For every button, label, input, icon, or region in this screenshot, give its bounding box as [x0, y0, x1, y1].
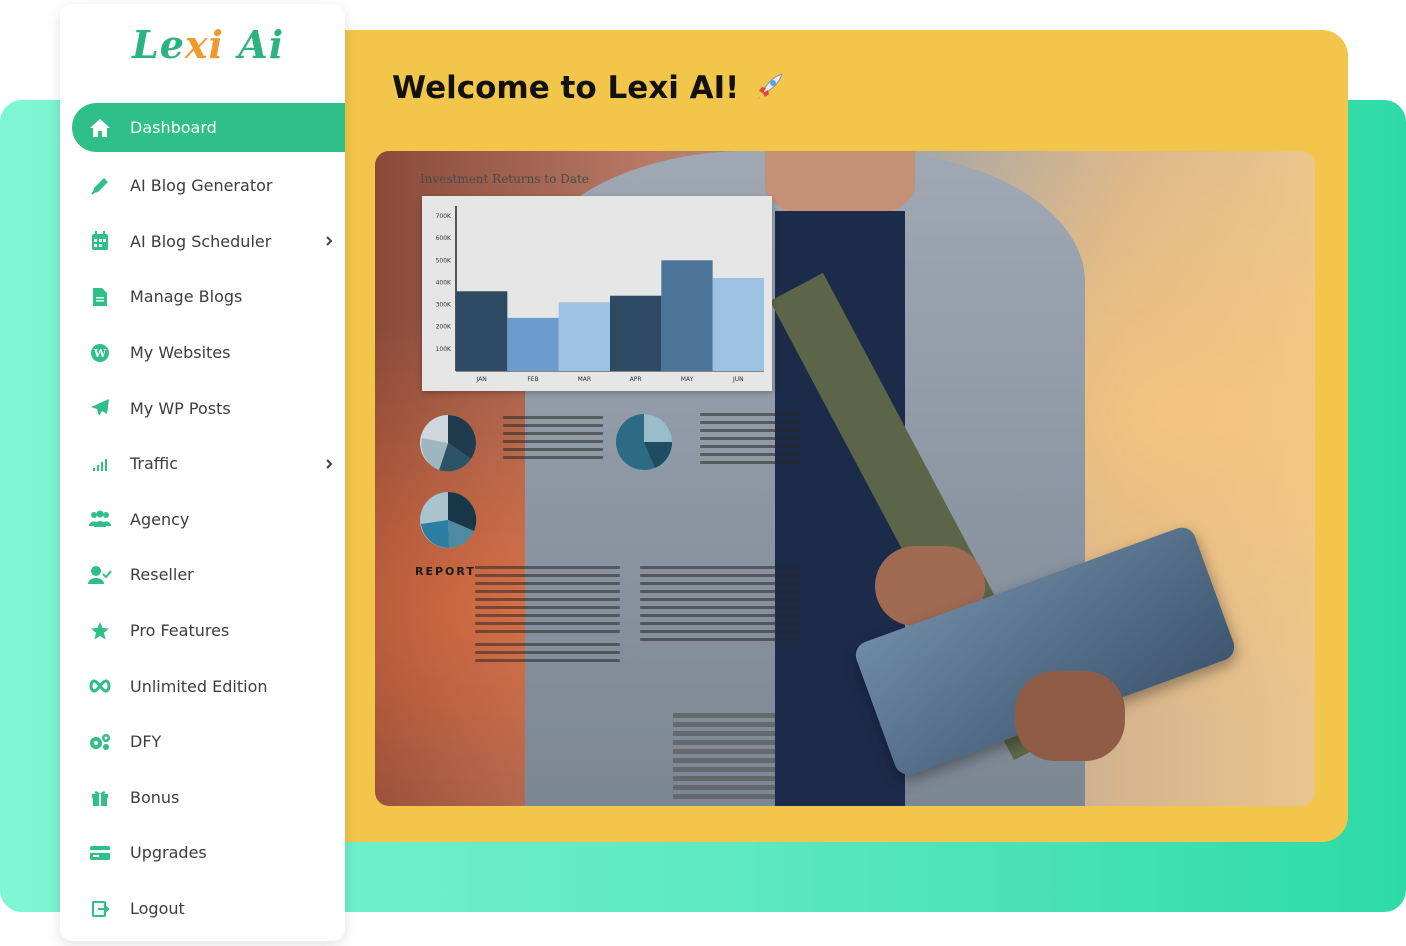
sidebar-item-ai-blog-scheduler[interactable]: AI Blog Scheduler [72, 214, 345, 270]
sidebar-item-manage-blogs[interactable]: Manage Blogs [72, 269, 345, 325]
sidebar-item-label: My Websites [130, 343, 231, 363]
chart-bar [507, 317, 559, 371]
chart-x-tick-label: MAY [681, 376, 694, 383]
gift-icon [88, 785, 112, 809]
report-data-table [673, 713, 775, 806]
logo-text-part2: xi [184, 22, 224, 67]
sidebar-item-label: Manage Blogs [130, 287, 243, 307]
sidebar-item-unlimited-edition[interactable]: Unlimited Edition [72, 658, 345, 714]
chart-y-tick-label: 400K [436, 279, 452, 286]
sidebar-item-bonus[interactable]: Bonus [72, 770, 345, 826]
brand-logo[interactable]: Lexi Ai [132, 22, 292, 72]
bar-chart-card: 700K 600K 500K 400K 300K 200K 100K JAN FEB MAR APR… [422, 196, 772, 391]
pie-chart-3 [420, 491, 477, 549]
chart-title: Investment Returns to Date [420, 172, 589, 186]
users-icon [88, 507, 112, 531]
chart-bar [558, 302, 610, 371]
hand-holding-tablet [1015, 671, 1125, 761]
svg-text:W: W [93, 347, 107, 360]
sidebar-item-reseller[interactable]: Reseller [72, 547, 345, 603]
star-icon [88, 619, 112, 643]
signal-bars-icon [88, 452, 112, 476]
chart-x-tick-label: JUN [732, 376, 744, 383]
sidebar-item-dashboard[interactable]: Dashboard [72, 103, 345, 152]
document-icon [88, 285, 112, 309]
chevron-right-icon [326, 459, 333, 469]
sidebar-item-label: Unlimited Edition [130, 676, 268, 696]
rocket-icon [756, 73, 784, 102]
chart-bar [610, 295, 662, 371]
chart-bar [712, 278, 764, 371]
sidebar-item-my-wp-posts[interactable]: My WP Posts [72, 380, 345, 436]
chart-y-tick-label: 700K [436, 213, 452, 220]
pen-icon [88, 174, 112, 198]
sidebar-item-logout[interactable]: Logout [72, 881, 345, 937]
sidebar-item-label: Reseller [130, 565, 194, 585]
sidebar-item-label: My WP Posts [130, 398, 231, 418]
report-label: REPORT [415, 565, 476, 578]
sidebar-item-label: Upgrades [130, 843, 207, 863]
chart-x-tick-label: MAR [578, 376, 591, 383]
sidebar-item-label: Traffic [130, 454, 179, 474]
paper-plane-icon [88, 396, 112, 420]
chart-y-tick-label: 200K [436, 324, 452, 331]
sidebar-item-label: DFY [130, 732, 162, 752]
sidebar: Lexi Ai Dashboard AI Blog Generator AI B… [60, 4, 345, 941]
sidebar-item-label: Bonus [130, 787, 180, 807]
home-icon [88, 116, 112, 140]
sidebar-item-upgrades[interactable]: Upgrades [72, 825, 345, 881]
credit-card-icon [88, 841, 112, 865]
sidebar-item-agency[interactable]: Agency [72, 492, 345, 548]
chart-bar [456, 291, 508, 371]
gears-icon [88, 730, 112, 754]
sidebar-item-label: AI Blog Scheduler [130, 231, 272, 251]
chart-x-tick-label: FEB [527, 376, 538, 383]
sidebar-item-label: Pro Features [130, 621, 230, 641]
welcome-heading: Welcome to Lexi AI! [392, 66, 785, 110]
sidebar-item-my-websites[interactable]: W My Websites [72, 325, 345, 381]
chart-y-tick-label: 500K [436, 257, 452, 264]
calendar-icon [88, 229, 112, 253]
report-text-block-3 [475, 566, 620, 667]
welcome-title: Welcome to Lexi AI! [392, 70, 740, 106]
sidebar-item-label: Dashboard [130, 118, 217, 137]
infinity-icon [88, 674, 112, 698]
sidebar-menu: Dashboard AI Blog Generator AI Blog Sche… [72, 103, 345, 936]
chart-x-tick-label: APR [630, 376, 642, 383]
logout-icon [88, 897, 112, 921]
chart-bar [661, 260, 713, 371]
pie-chart-2 [616, 414, 673, 470]
sidebar-item-ai-blog-generator[interactable]: AI Blog Generator [72, 158, 345, 214]
chart-y-tick-label: 100K [436, 346, 452, 353]
chart-x-tick-label: JAN [476, 376, 487, 383]
sidebar-item-label: Logout [130, 899, 185, 919]
chart-y-tick-label: 600K [436, 235, 452, 242]
sidebar-item-dfy[interactable]: DFY [72, 714, 345, 770]
logo-text-part3: Ai [224, 22, 285, 67]
report-text-block-4 [640, 566, 800, 646]
wordpress-icon: W [88, 341, 112, 365]
user-check-icon [88, 563, 112, 587]
sidebar-item-pro-features[interactable]: Pro Features [72, 603, 345, 659]
sidebar-item-label: AI Blog Generator [130, 176, 273, 196]
sidebar-item-label: Agency [130, 509, 190, 529]
chevron-right-icon [326, 236, 333, 247]
report-text-block-1 [503, 416, 603, 464]
logo-text-part1: Le [132, 22, 185, 67]
app-stage: Welcome to Lexi AI! Investment Returns t… [0, 0, 1406, 946]
sidebar-item-traffic[interactable]: Traffic [72, 436, 345, 492]
chart-y-tick-label: 300K [436, 302, 452, 309]
pie-chart-1 [420, 415, 477, 472]
bar-chart: 700K 600K 500K 400K 300K 200K 100K JAN FEB MAR APR… [436, 206, 764, 383]
hero-image: Investment Returns to Date 700K 600K 500K 4… [375, 151, 1315, 806]
report-text-block-2 [700, 413, 800, 469]
